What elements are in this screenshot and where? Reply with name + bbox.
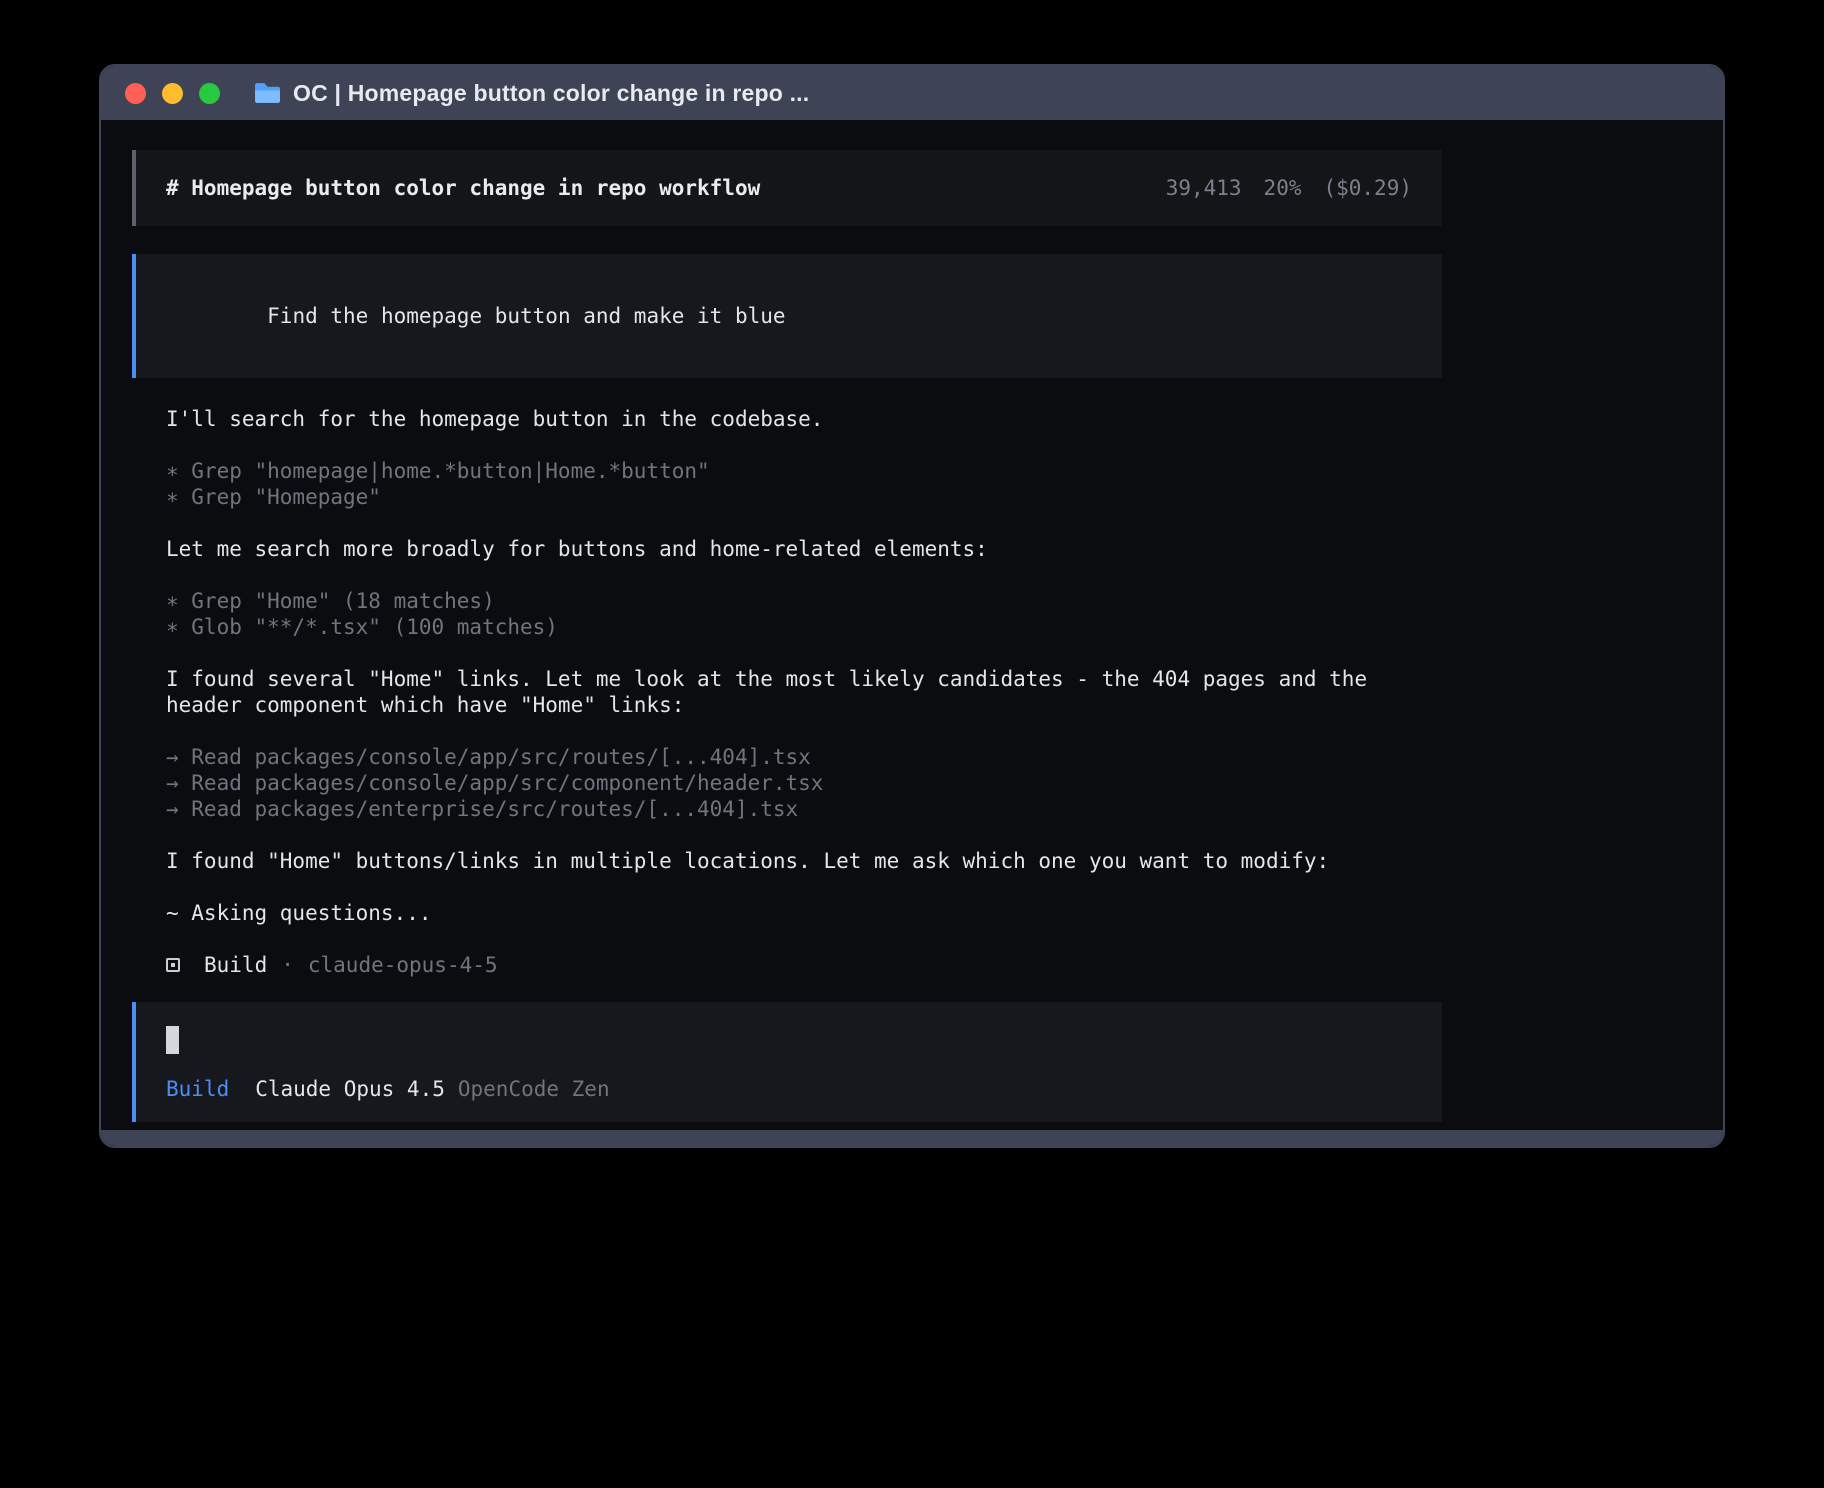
assistant-text: I'll search for the homepage button in t… [166, 406, 1442, 432]
input-provider-label: OpenCode Zen [458, 1076, 610, 1102]
input-model-label: Claude Opus 4.5 [255, 1076, 445, 1102]
tool-call-read: → Read packages/console/app/src/routes/[… [166, 744, 1442, 770]
terminal-content: # Homepage button color change in repo w… [101, 120, 1723, 1130]
window-titlebar[interactable]: OC | Homepage button color change in rep… [101, 66, 1723, 120]
agent-icon [166, 958, 180, 972]
tool-call-glob: ∗ Glob "**/*.tsx" (100 matches) [166, 614, 1442, 640]
user-message: Find the homepage button and make it blu… [132, 254, 1442, 378]
prompt-input[interactable]: Build Claude Opus 4.5 OpenCode Zen [132, 1002, 1442, 1122]
agent-status-row: Build · claude-opus-4-5 [166, 952, 1442, 978]
agent-name: Build [204, 952, 267, 978]
assistant-text: I found several "Home" links. Let me loo… [166, 666, 1442, 718]
tool-call-grep: ∗ Grep "Homepage" [166, 484, 1442, 510]
close-button[interactable] [125, 83, 146, 104]
chat-column: # Homepage button color change in repo w… [132, 150, 1442, 1130]
token-count: 39,413 [1166, 175, 1242, 201]
tool-call-group: ∗ Grep "homepage|home.*button|Home.*butt… [166, 458, 1442, 510]
input-meta: Build Claude Opus 4.5 OpenCode Zen [166, 1076, 1412, 1102]
session-cost: ($0.29) [1323, 175, 1412, 201]
context-percent: 20% [1264, 175, 1302, 201]
session-stats: 39,413 20% ($0.29) [1166, 175, 1412, 201]
user-message-text: Find the homepage button and make it blu… [267, 304, 785, 328]
tool-call-grep: ∗ Grep "homepage|home.*button|Home.*butt… [166, 458, 1442, 484]
tool-call-group: ∗ Grep "Home" (18 matches) ∗ Glob "**/*.… [166, 588, 1442, 640]
assistant-status: ~ Asking questions... [166, 900, 1442, 926]
session-title: # Homepage button color change in repo w… [166, 175, 760, 201]
tool-call-read: → Read packages/console/app/src/componen… [166, 770, 1442, 796]
session-header: # Homepage button color change in repo w… [132, 150, 1442, 226]
assistant-transcript: I'll search for the homepage button in t… [166, 406, 1442, 978]
folder-icon [254, 82, 281, 104]
input-agent-label: Build [166, 1076, 229, 1102]
assistant-text: Let me search more broadly for buttons a… [166, 536, 1442, 562]
window-title: OC | Homepage button color change in rep… [293, 80, 809, 107]
agent-separator: · [281, 952, 294, 978]
terminal-window: OC | Homepage button color change in rep… [99, 64, 1725, 1148]
tool-call-read: → Read packages/enterprise/src/routes/[.… [166, 796, 1442, 822]
tool-call-grep: ∗ Grep "Home" (18 matches) [166, 588, 1442, 614]
minimize-button[interactable] [162, 83, 183, 104]
window-bottom-edge [101, 1130, 1723, 1146]
traffic-lights [125, 83, 220, 104]
text-cursor [166, 1026, 179, 1054]
agent-model: claude-opus-4-5 [308, 952, 498, 978]
zoom-button[interactable] [199, 83, 220, 104]
tool-call-group: → Read packages/console/app/src/routes/[… [166, 744, 1442, 822]
assistant-text: I found "Home" buttons/links in multiple… [166, 848, 1442, 874]
